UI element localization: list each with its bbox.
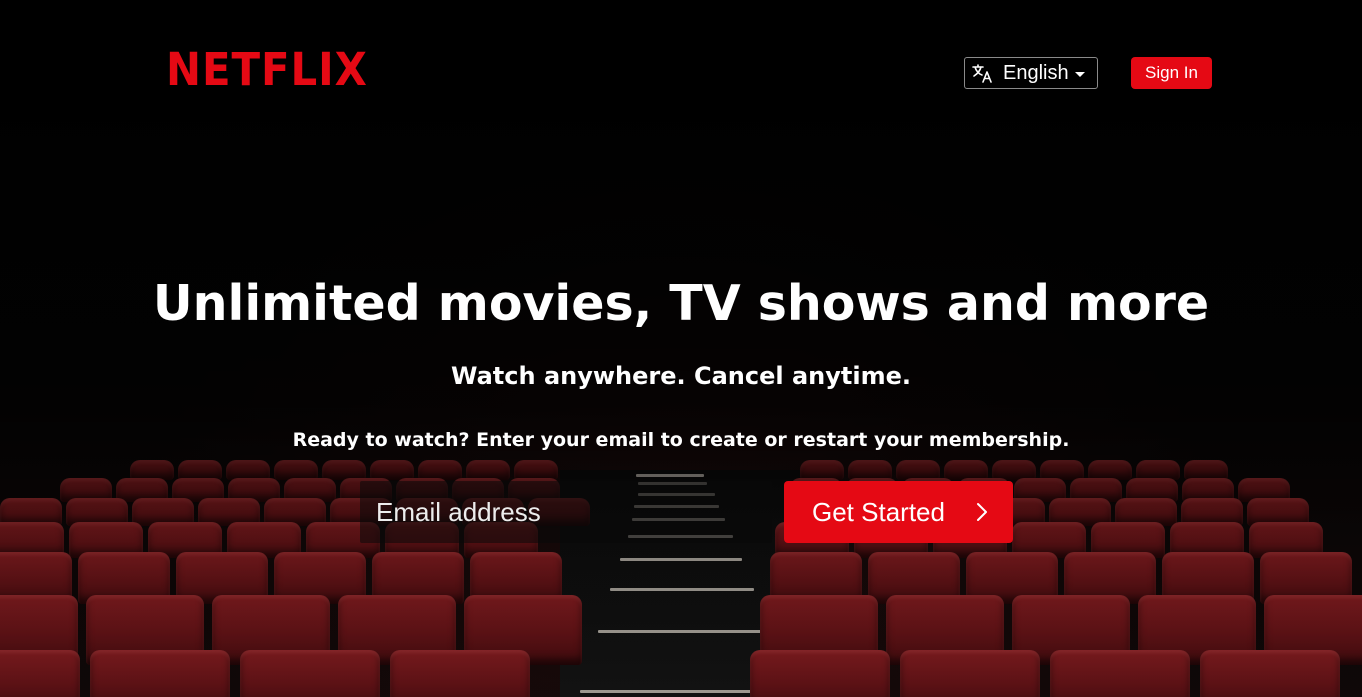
language-selector[interactable]: English bbox=[964, 57, 1098, 89]
language-selected-label: English bbox=[1003, 61, 1069, 84]
chevron-down-icon bbox=[1074, 72, 1085, 77]
chevron-right-icon bbox=[975, 501, 989, 523]
email-input[interactable] bbox=[360, 481, 772, 543]
background-overlay bbox=[0, 0, 1362, 697]
translate-icon bbox=[972, 63, 994, 83]
membership-prompt: Ready to watch? Enter your email to crea… bbox=[292, 429, 1070, 451]
sign-in-button[interactable]: Sign In bbox=[1131, 57, 1212, 89]
get-started-label: Get Started bbox=[812, 496, 945, 527]
hero-headline: Unlimited movies, TV shows and more bbox=[152, 275, 1210, 332]
get-started-button[interactable]: Get Started bbox=[784, 481, 1013, 543]
netflix-logo[interactable]: NETFLIX bbox=[166, 44, 368, 96]
hero-subheadline: Watch anywhere. Cancel anytime. bbox=[450, 362, 911, 390]
hero-section: NETFLIX English Sign In Unlimited movies… bbox=[0, 0, 1362, 697]
